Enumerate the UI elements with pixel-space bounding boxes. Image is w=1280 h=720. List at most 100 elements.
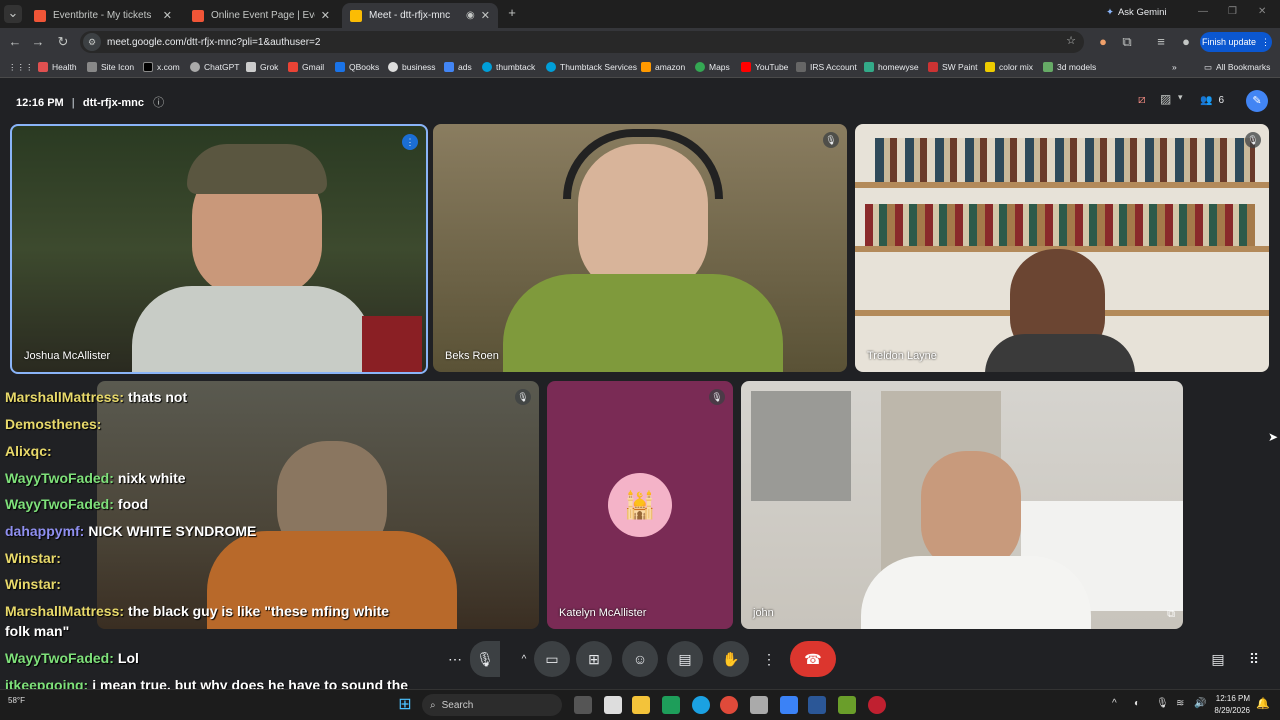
back-icon[interactable]: ← xyxy=(7,34,23,50)
chevron-down-icon[interactable]: ▾ xyxy=(1178,92,1183,103)
app-icon[interactable] xyxy=(662,696,680,714)
chevron-up-icon[interactable]: ^ xyxy=(512,641,536,677)
weather-widget[interactable]: 58°F xyxy=(8,696,25,705)
task-view-icon[interactable] xyxy=(574,696,592,714)
end-call-button[interactable]: ☎ xyxy=(790,641,836,677)
gemini-notes-icon[interactable]: ✎ xyxy=(1246,90,1268,112)
chat-message: Alixqc: xyxy=(5,443,56,459)
site-info-icon[interactable]: ⚙ xyxy=(83,33,101,51)
captions-button[interactable]: ▤ xyxy=(667,641,703,677)
activities-grid-icon[interactable]: ⠿ xyxy=(1236,641,1272,677)
minimize-icon[interactable]: — xyxy=(1198,6,1208,17)
more-options-icon[interactable]: ⋮ xyxy=(759,641,779,677)
forward-icon[interactable]: → xyxy=(30,34,46,50)
meeting-code: dtt-rfjx-mnc xyxy=(82,97,145,109)
bookmark-item[interactable]: QBooks xyxy=(335,60,379,74)
video-tile-beks[interactable]: 🎙 Beks Roen xyxy=(433,124,847,372)
finish-update-button[interactable]: Finish update ⋮ xyxy=(1200,32,1272,52)
bookmark-item[interactable]: homewyse xyxy=(864,60,919,74)
bookmark-item[interactable]: Maps xyxy=(695,60,730,74)
bookmark-item[interactable]: thumbtack xyxy=(482,60,535,74)
raise-hand-button[interactable]: ✋ xyxy=(713,641,749,677)
video-tile-participant[interactable]: 🎙 xyxy=(97,381,539,629)
present-button[interactable]: ⊞ xyxy=(576,641,612,677)
profile-avatar-icon[interactable]: ● xyxy=(1178,34,1194,50)
extensions-puzzle-icon[interactable]: ⧉ xyxy=(1119,34,1135,50)
windows-start-icon[interactable]: ⊞ xyxy=(396,696,414,714)
video-tile-john[interactable]: ⧉ john xyxy=(741,381,1183,629)
people-button[interactable]: 👥 6 xyxy=(1200,90,1240,110)
emoji-button[interactable]: ☺ xyxy=(622,641,658,677)
more-bookmarks-icon[interactable]: » xyxy=(1172,60,1177,74)
reload-icon[interactable]: ↻ xyxy=(55,34,71,50)
app-icon[interactable] xyxy=(868,696,886,714)
camera-button[interactable]: ▭ xyxy=(534,641,570,677)
bookmark-item[interactable]: color mix xyxy=(985,60,1033,74)
close-tab-icon[interactable]: ✕ xyxy=(163,9,172,22)
word-icon[interactable] xyxy=(808,696,826,714)
address-bar[interactable]: ⚙ meet.google.com/dtt-rfjx-mnc?pli=1&aut… xyxy=(80,31,1084,53)
all-bookmarks-folder[interactable]: ▭ All Bookmarks xyxy=(1204,60,1270,74)
tray-app-icon[interactable]: ◐ xyxy=(1134,698,1140,709)
tab-meet[interactable]: Meet - dtt-rfjx-mnc ◉ ✕ xyxy=(342,3,498,28)
volume-icon[interactable]: 🔊 xyxy=(1194,698,1206,709)
tab-media-icon[interactable]: ≡ xyxy=(1153,34,1169,50)
pin-tile-icon[interactable]: ⧉ xyxy=(1167,608,1175,621)
bookmark-item[interactable]: 3d models xyxy=(1043,60,1096,74)
chat-username: MarshallMattress: xyxy=(5,389,125,405)
camera-off-icon[interactable]: ▨ xyxy=(1160,92,1171,106)
bookmark-item[interactable]: IRS Account xyxy=(796,60,857,74)
bookmark-item[interactable]: Thumbtack Services xyxy=(546,60,637,74)
notification-bell-icon[interactable]: 🔔 xyxy=(1256,697,1270,710)
chat-icon[interactable]: ▤ xyxy=(1200,641,1236,677)
bookmark-item[interactable]: x.com xyxy=(143,60,180,74)
close-window-icon[interactable]: ✕ xyxy=(1258,6,1266,17)
video-tile-joshua[interactable]: ⋮ Joshua McAllister xyxy=(10,124,428,374)
participant-video xyxy=(132,286,372,372)
app-icon[interactable] xyxy=(780,696,798,714)
notepad-icon[interactable] xyxy=(604,696,622,714)
bookmark-item[interactable]: Health xyxy=(38,60,77,74)
mic-off-icon: 🎙 xyxy=(515,389,531,405)
taskbar-search[interactable]: ⌕ Search xyxy=(422,694,562,716)
chrome-icon[interactable] xyxy=(720,696,738,714)
taskbar-clock[interactable]: 12:16 PM 8/29/2026 xyxy=(1210,693,1250,717)
chat-text: the black guy is like "these mfing white xyxy=(128,603,390,619)
video-tile-treldon[interactable]: 🎙 Treldon Layne xyxy=(855,124,1269,372)
tab-search-icon[interactable]: ⌄ xyxy=(4,5,22,23)
mic-off-icon: 🎙 xyxy=(823,132,839,148)
bookmark-item[interactable]: amazon xyxy=(641,60,685,74)
info-icon[interactable]: ⓘ xyxy=(153,97,164,109)
apps-grid-icon[interactable]: ⋮⋮⋮ xyxy=(8,60,34,74)
ask-gemini-button[interactable]: ✦ Ask Gemini xyxy=(1106,7,1167,18)
new-tab-button[interactable]: + xyxy=(504,5,520,21)
bookmark-item[interactable]: SW Paint xyxy=(928,60,977,74)
bookmark-item[interactable]: Grok xyxy=(246,60,278,74)
tray-chevron-icon[interactable]: ^ xyxy=(1112,698,1117,709)
tab-eventbrite-event[interactable]: Online Event Page | Eventbrite ✕ xyxy=(184,3,338,28)
bookmark-item[interactable]: Site Icon xyxy=(87,60,134,74)
bookmark-item[interactable]: ChatGPT xyxy=(190,60,239,74)
close-tab-icon[interactable]: ✕ xyxy=(481,9,490,22)
file-explorer-icon[interactable] xyxy=(632,696,650,714)
extension-icon[interactable]: ● xyxy=(1095,34,1111,50)
calculator-icon[interactable] xyxy=(750,696,768,714)
microphone-button[interactable]: 🎙 xyxy=(470,641,500,677)
close-tab-icon[interactable]: ✕ xyxy=(321,9,330,22)
bookmark-item[interactable]: YouTube xyxy=(741,60,788,74)
more-reactions-icon[interactable]: ⋯ xyxy=(440,641,470,677)
wifi-icon[interactable]: ≋ xyxy=(1176,698,1184,709)
chat-text: folk man" xyxy=(5,623,70,639)
tab-eventbrite-tickets[interactable]: Eventbrite - My tickets ✕ xyxy=(26,3,180,28)
bookmark-item[interactable]: business xyxy=(388,60,436,74)
bookmark-star-icon[interactable]: ☆ xyxy=(1066,34,1076,47)
video-tile-katelyn[interactable]: 🕌 🎙 Katelyn McAllister xyxy=(547,381,733,629)
app-icon[interactable] xyxy=(838,696,856,714)
maximize-icon[interactable]: ❐ xyxy=(1228,6,1237,17)
tray-mic-icon[interactable]: 🎙 xyxy=(1156,698,1169,709)
recording-off-icon[interactable]: ⧄ xyxy=(1138,92,1146,107)
participant-video xyxy=(503,274,783,372)
bookmark-item[interactable]: ads xyxy=(444,60,472,74)
edge-icon[interactable] xyxy=(692,696,710,714)
bookmark-item[interactable]: Gmail xyxy=(288,60,324,74)
